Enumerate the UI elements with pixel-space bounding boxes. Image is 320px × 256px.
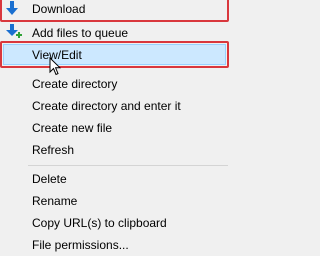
menu-item-file-permissions-label: File permissions... [32, 238, 129, 252]
context-menu: Download Add files to queue View/Edit Cr… [0, 0, 231, 256]
menu-item-file-permissions[interactable]: File permissions... [0, 234, 231, 256]
menu-item-copy-url-label: Copy URL(s) to clipboard [32, 216, 167, 230]
annotation-box-download [0, 0, 229, 22]
menu-item-create-directory[interactable]: Create directory [0, 73, 231, 95]
menu-item-create-directory-and-enter-label: Create directory and enter it [32, 99, 181, 113]
menu-item-delete[interactable]: Delete [0, 168, 231, 190]
menu-item-create-directory-label: Create directory [32, 77, 118, 91]
menu-item-refresh[interactable]: Refresh [0, 139, 231, 161]
annotation-box-view-edit [0, 41, 229, 68]
menu-item-copy-url[interactable]: Copy URL(s) to clipboard [0, 212, 231, 234]
menu-item-create-new-file-label: Create new file [32, 121, 113, 135]
menu-item-create-directory-and-enter[interactable]: Create directory and enter it [0, 95, 231, 117]
menu-item-refresh-label: Refresh [32, 143, 75, 157]
menu-item-rename-label: Rename [32, 194, 78, 208]
menu-item-delete-label: Delete [32, 172, 67, 186]
menu-item-create-new-file[interactable]: Create new file [0, 117, 231, 139]
mouse-cursor-icon [49, 56, 62, 79]
menu-item-rename[interactable]: Rename [0, 190, 231, 212]
menu-separator [28, 165, 228, 166]
